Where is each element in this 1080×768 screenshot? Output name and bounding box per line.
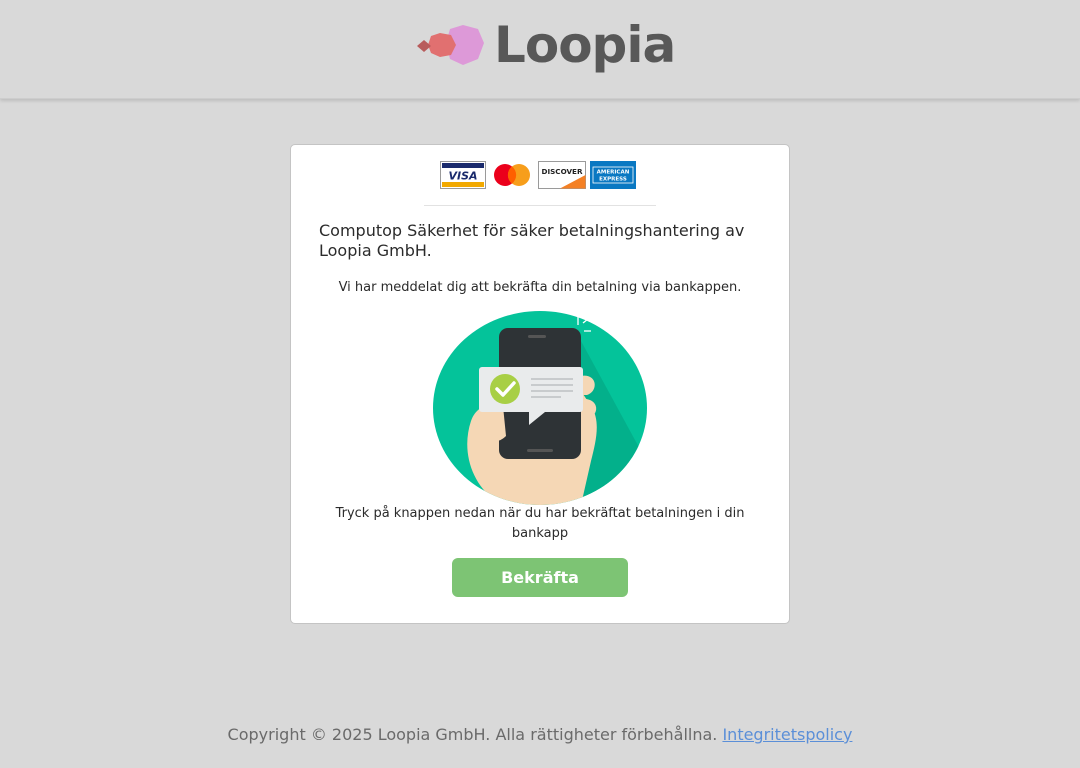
visa-logo: VISA: [440, 161, 486, 189]
logos-divider: [424, 205, 656, 206]
card-title: Computop Säkerhet för säker betalningsha…: [319, 221, 745, 260]
amex-text-line1: AMERICAN: [597, 170, 630, 176]
info-text: Vi har meddelat dig att bekräfta din bet…: [338, 280, 742, 295]
discover-logo: DISCOVER: [538, 161, 586, 189]
phone-confirmation-illustration: [433, 311, 647, 505]
copyright-text: Copyright © 2025 Loopia GmbH. Alla rätti…: [227, 725, 718, 744]
instruction-text: Tryck på knappen nedan när du har bekräf…: [335, 506, 745, 541]
amex-text-line2: EXPRESS: [599, 177, 627, 183]
loopia-logo-icon: [417, 25, 484, 65]
privacy-policy-link[interactable]: Integritetspolicy: [722, 725, 852, 744]
site-footer: Copyright © 2025 Loopia GmbH. Alla rätti…: [0, 725, 1080, 744]
mastercard-logo: [494, 164, 530, 186]
site-header: Loopia: [0, 0, 1080, 99]
amex-logo: AMERICAN EXPRESS: [590, 161, 636, 189]
loopia-logo[interactable]: Loopia: [416, 16, 676, 76]
discover-text: DISCOVER: [541, 167, 582, 176]
payment-logos: VISA DISCOVER AMERICAN EXPRESS: [440, 161, 636, 189]
visa-text: VISA: [448, 170, 477, 183]
brand-name: Loopia: [494, 16, 676, 74]
payment-card: VISA DISCOVER AMERICAN EXPRESS Computop …: [290, 144, 790, 624]
confirm-button[interactable]: Bekräfta: [452, 558, 628, 597]
